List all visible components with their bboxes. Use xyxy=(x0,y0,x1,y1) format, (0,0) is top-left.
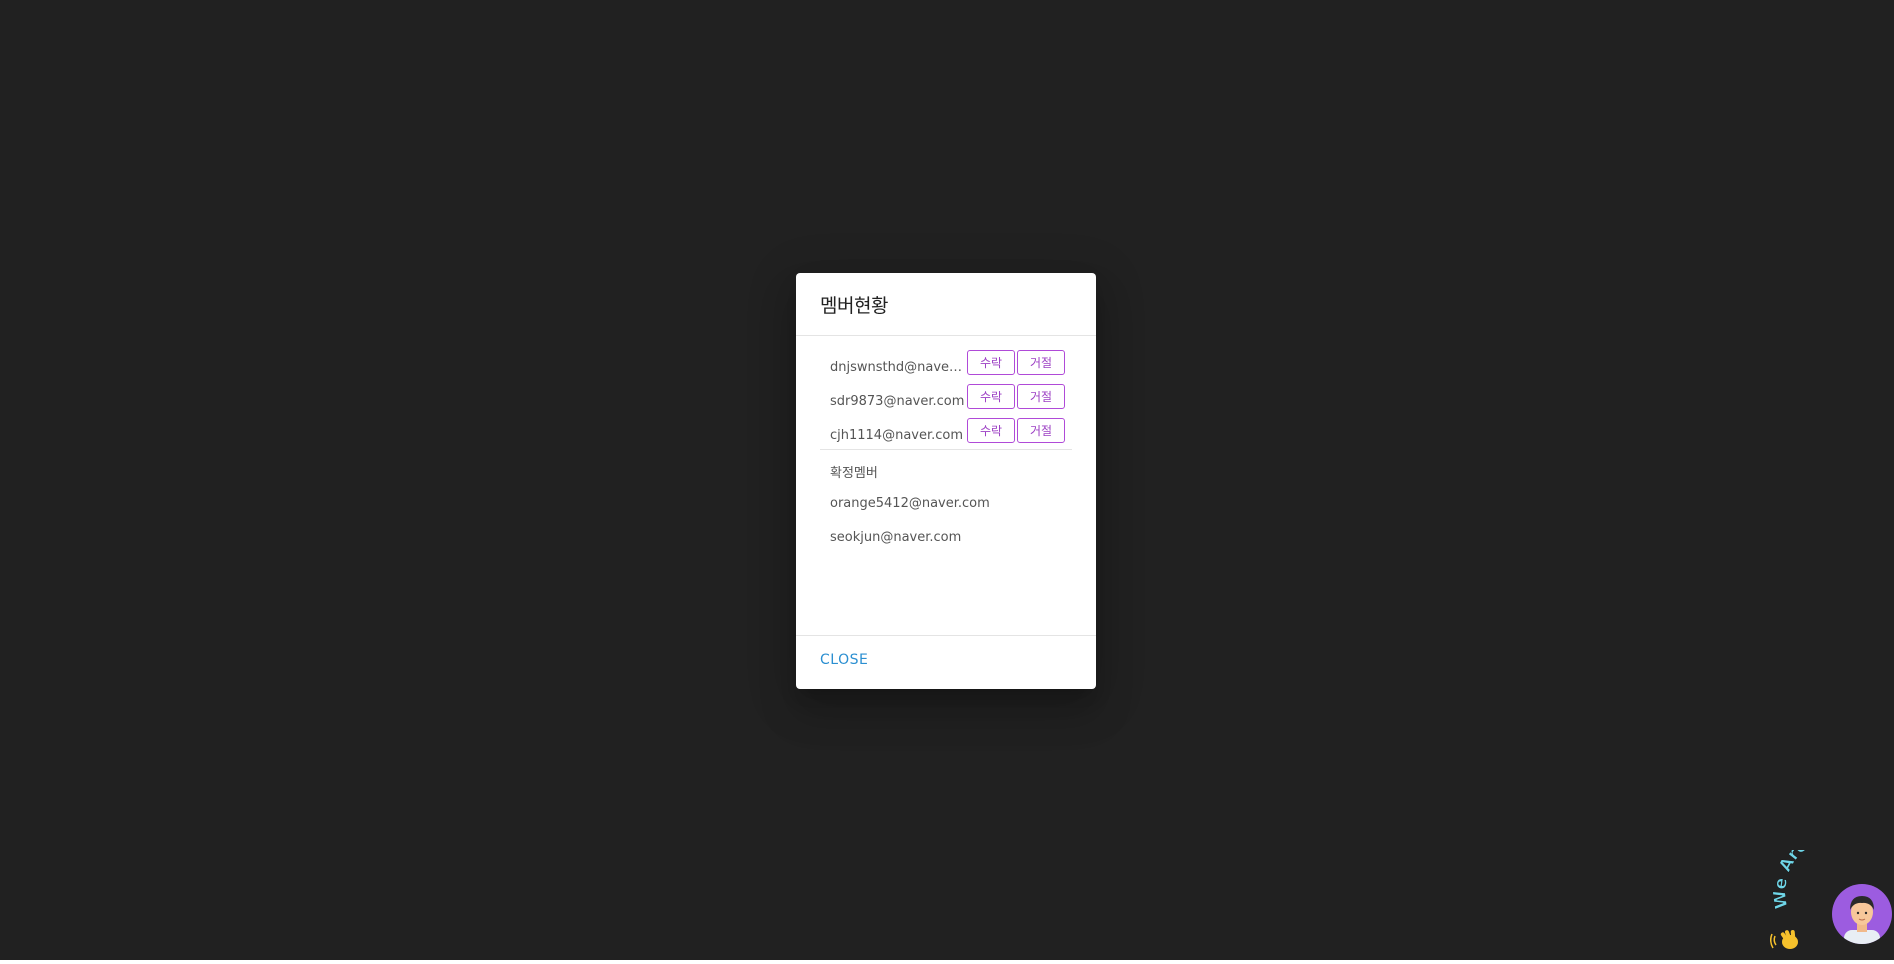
pending-member-email: dnjswnsthd@naver.com xyxy=(830,360,966,375)
actions-divider xyxy=(796,635,1096,636)
pending-member-list: dnjswnsthd@naver.com 수락 거절 sdr9873@naver… xyxy=(820,350,1072,452)
waving-hand-icon xyxy=(1769,930,1798,949)
avatar-illustration xyxy=(1844,896,1880,944)
reject-button[interactable]: 거절 xyxy=(1017,418,1065,443)
dialog-body: dnjswnsthd@naver.com 수락 거절 sdr9873@naver… xyxy=(796,336,1096,635)
dialog-title: 멤버현황 xyxy=(820,295,888,317)
reject-button[interactable]: 거절 xyxy=(1017,350,1065,375)
accept-button[interactable]: 수락 xyxy=(967,418,1015,443)
person-avatar-icon[interactable] xyxy=(1832,884,1892,944)
confirmed-members-heading: 확정멤버 xyxy=(830,466,878,481)
close-button[interactable]: CLOSE xyxy=(820,652,868,668)
accept-button[interactable]: 수락 xyxy=(967,350,1015,375)
confirmed-member-item: orange5412@naver.com xyxy=(830,496,990,511)
pending-member-row: cjh1114@naver.com 수락 거절 xyxy=(820,418,1072,452)
pending-member-email: cjh1114@naver.com xyxy=(830,428,964,443)
chat-widget[interactable]: We Are Here! xyxy=(1769,821,1894,960)
confirmed-member-list: orange5412@naver.com seokjun@naver.com xyxy=(830,496,990,564)
member-status-dialog: 멤버현황 dnjswnsthd@naver.com 수락 거절 sdr9873@… xyxy=(796,273,1096,689)
section-divider xyxy=(820,449,1072,450)
reject-button[interactable]: 거절 xyxy=(1017,384,1065,409)
accept-button[interactable]: 수락 xyxy=(967,384,1015,409)
pending-member-row: dnjswnsthd@naver.com 수락 거절 xyxy=(820,350,1072,384)
confirmed-member-item: seokjun@naver.com xyxy=(830,530,962,545)
pending-member-row: sdr9873@naver.com 수락 거절 xyxy=(820,384,1072,418)
pending-member-email: sdr9873@naver.com xyxy=(830,394,965,409)
